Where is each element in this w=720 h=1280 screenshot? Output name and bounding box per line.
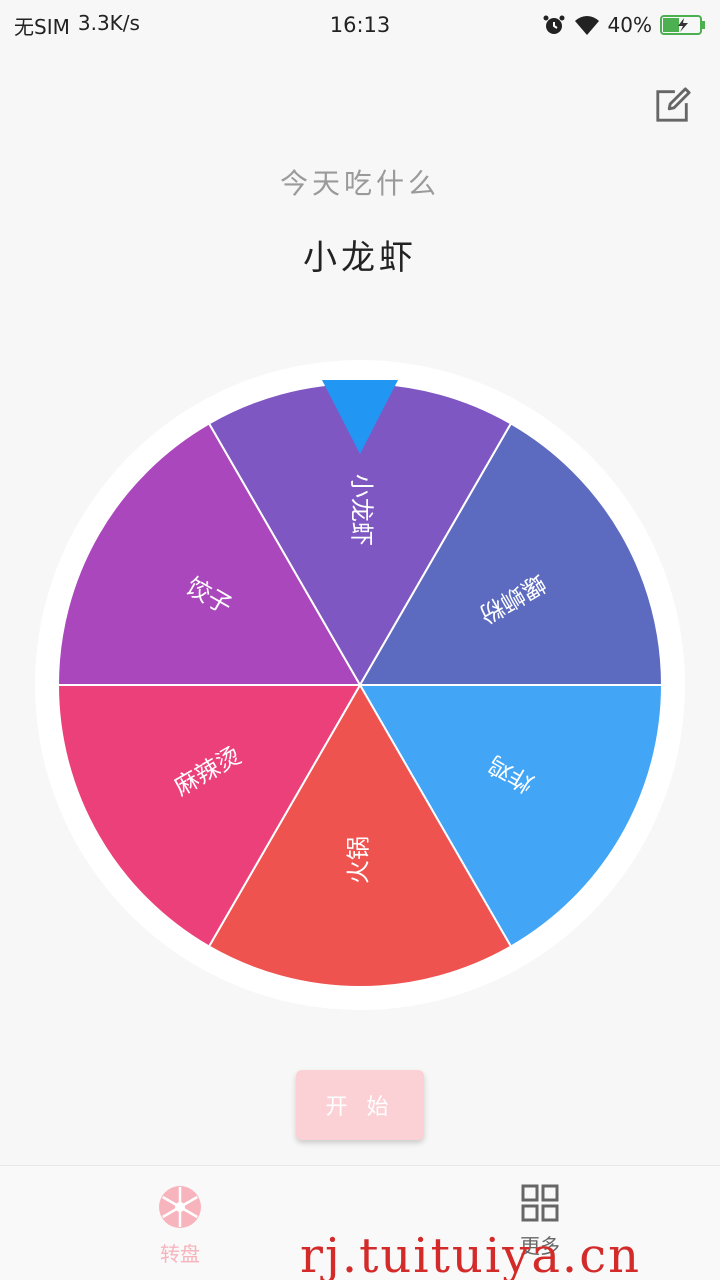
edit-icon[interactable] bbox=[654, 86, 692, 124]
wheel-segment-label: 火锅 bbox=[345, 836, 373, 884]
alarm-icon bbox=[543, 15, 565, 34]
wifi-icon bbox=[574, 16, 599, 35]
status-bar: 无SIM 3.3K/s 16:13 40% bbox=[0, 0, 720, 50]
watermark-text: rj.tuituiya.cn bbox=[300, 1228, 641, 1280]
wheel-icon bbox=[159, 1186, 201, 1228]
grid-icon bbox=[521, 1184, 559, 1222]
network-speed: 3.3K/s bbox=[77, 10, 140, 35]
wheel-segment-label: 小龙虾 bbox=[348, 474, 376, 546]
screen: 无SIM 3.3K/s 16:13 40% 今天吃什么 小龙虾 小龙虾 螺蛳粉 … bbox=[0, 0, 720, 1280]
battery-text: 40% bbox=[607, 13, 652, 37]
carrier-text: 无SIM bbox=[14, 14, 70, 39]
wheel-svg: 小龙虾螺蛳粉炸鸡火锅麻辣烫饺子 bbox=[35, 360, 685, 1010]
status-right: 40% bbox=[542, 13, 706, 37]
result-text: 小龙虾 bbox=[303, 238, 417, 278]
battery-charging-icon bbox=[660, 15, 705, 35]
tab-wheel[interactable]: 转盘 bbox=[110, 1184, 250, 1267]
status-left: 无SIM 3.3K/s bbox=[14, 11, 140, 40]
start-button[interactable]: 开 始 bbox=[296, 1070, 424, 1140]
tab-wheel-label: 转盘 bbox=[160, 1242, 200, 1266]
spin-wheel[interactable]: 小龙虾 螺蛳粉 炸鸡 火锅 麻辣烫 饺子 bbox=[35, 360, 685, 1010]
subtitle: 今天吃什么 bbox=[279, 167, 440, 200]
